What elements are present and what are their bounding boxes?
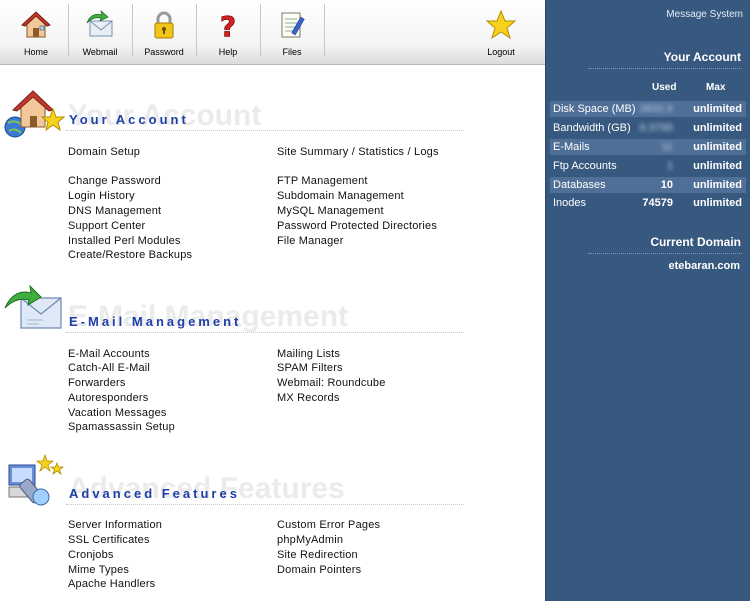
sidebar-heading-current-domain: Current Domain — [650, 235, 741, 249]
logout-label: Logout — [487, 47, 515, 57]
logout-button[interactable]: Logout — [469, 0, 533, 63]
link-server-information[interactable]: Server Information — [68, 519, 162, 531]
stat-max-value: unlimited — [693, 122, 742, 134]
link-cronjobs[interactable]: Cronjobs — [68, 549, 114, 561]
link-mx-records[interactable]: MX Records — [277, 392, 340, 404]
account-sidebar: Message System Your Account Used Max Dis… — [545, 0, 750, 601]
toolbar-divider — [324, 4, 325, 56]
stat-max-value: unlimited — [693, 141, 742, 153]
link-password-protected-directories[interactable]: Password Protected Directories — [277, 220, 437, 232]
stat-used-value: 11 — [661, 141, 673, 153]
main-content: Your Account Your Account Domain Setup C… — [0, 65, 545, 601]
link-ssl-certificates[interactable]: SSL Certificates — [68, 534, 150, 546]
stat-used-value: 3832.5 — [639, 103, 673, 115]
link-autoresponders[interactable]: Autoresponders — [68, 392, 148, 404]
link-phpmyadmin[interactable]: phpMyAdmin — [277, 534, 343, 546]
sidebar-divider — [588, 253, 742, 254]
house-icon — [21, 11, 51, 38]
link-apache-handlers[interactable]: Apache Handlers — [68, 578, 155, 590]
stat-max-value: unlimited — [693, 179, 742, 191]
link-forwarders[interactable]: Forwarders — [68, 377, 126, 389]
link-mysql-management[interactable]: MySQL Management — [277, 205, 384, 217]
link-mailing-lists[interactable]: Mailing Lists — [277, 348, 340, 360]
stat-row-emails: E-Mails 11 unlimited — [550, 139, 746, 155]
envelope-arrow-icon — [86, 9, 113, 37]
link-mime-types[interactable]: Mime Types — [68, 564, 129, 576]
stats-col-max: Max — [706, 82, 726, 93]
toolbar: Home Webmail Password ? Help Files Logou… — [0, 0, 545, 65]
section-title-email-management: E-Mail Management — [69, 314, 242, 329]
stat-label: Inodes — [553, 197, 587, 209]
sidebar-divider — [588, 68, 742, 69]
stat-row-bandwidth: Bandwidth (GB) 0.3750 unlimited — [550, 120, 746, 136]
stat-label: E-Mails — [553, 141, 590, 153]
stats-col-used: Used — [652, 82, 677, 93]
section-divider — [66, 332, 464, 333]
stat-label: Ftp Accounts — [553, 160, 617, 172]
link-change-password[interactable]: Change Password — [68, 175, 161, 187]
link-vacation-messages[interactable]: Vacation Messages — [68, 407, 167, 419]
svg-text:?: ? — [220, 10, 236, 41]
home-label: Home — [23, 47, 48, 57]
files-label: Files — [282, 47, 302, 57]
link-email-accounts[interactable]: E-Mail Accounts — [68, 348, 150, 360]
stat-max-value: unlimited — [693, 160, 742, 172]
link-ftp-management[interactable]: FTP Management — [277, 175, 368, 187]
link-login-history[interactable]: Login History — [68, 190, 135, 202]
section-divider — [66, 504, 464, 505]
stat-label: Bandwidth (GB) — [553, 122, 631, 134]
link-subdomain-management[interactable]: Subdomain Management — [277, 190, 404, 202]
help-button[interactable]: ? Help — [196, 0, 260, 63]
link-spamassassin-setup[interactable]: Spamassassin Setup — [68, 421, 175, 433]
link-installed-perl-modules[interactable]: Installed Perl Modules — [68, 235, 181, 247]
stat-row-databases: Databases 10 unlimited — [550, 177, 746, 193]
link-create-restore-backups[interactable]: Create/Restore Backups — [68, 249, 192, 261]
stat-row-ftp-accounts: Ftp Accounts 1 unlimited — [550, 158, 746, 174]
link-file-manager[interactable]: File Manager — [277, 235, 344, 247]
link-support-center[interactable]: Support Center — [68, 220, 145, 232]
question-mark-icon: ? — [219, 10, 236, 41]
stat-used-value: 1 — [666, 160, 673, 172]
link-domain-pointers[interactable]: Domain Pointers — [277, 564, 361, 576]
advanced-features-icon — [8, 453, 65, 506]
files-button[interactable]: Files — [260, 0, 324, 63]
stat-label: Databases — [553, 179, 606, 191]
stat-used-value: 0.3750 — [639, 122, 673, 134]
stat-max-value: unlimited — [693, 103, 742, 115]
home-button[interactable]: Home — [4, 0, 68, 63]
link-site-redirection[interactable]: Site Redirection — [277, 549, 358, 561]
password-label: Password — [144, 47, 184, 57]
stat-max-value: unlimited — [693, 197, 742, 209]
current-domain-value: etebaran.com — [668, 260, 740, 272]
password-button[interactable]: Password — [132, 0, 196, 63]
account-house-icon — [4, 90, 65, 138]
stat-row-disk-space: Disk Space (MB) 3832.5 unlimited — [550, 101, 746, 117]
email-envelope-icon — [4, 284, 62, 329]
link-site-summary[interactable]: Site Summary / Statistics / Logs — [277, 146, 439, 158]
link-catch-all-email[interactable]: Catch-All E-Mail — [68, 362, 150, 374]
link-custom-error-pages[interactable]: Custom Error Pages — [277, 519, 380, 531]
stat-used-value: 10 — [660, 179, 673, 191]
stat-row-inodes: Inodes 74579 unlimited — [550, 195, 746, 211]
link-webmail-roundcube[interactable]: Webmail: Roundcube — [277, 377, 386, 389]
stat-label: Disk Space (MB) — [553, 103, 636, 115]
webmail-label: Webmail — [82, 47, 118, 57]
webmail-button[interactable]: Webmail — [68, 0, 132, 63]
notepad-pen-icon — [281, 12, 305, 38]
section-divider — [66, 130, 464, 131]
link-dns-management[interactable]: DNS Management — [68, 205, 161, 217]
section-title-advanced-features: Advanced Features — [69, 486, 240, 501]
padlock-icon — [154, 11, 174, 39]
link-spam-filters[interactable]: SPAM Filters — [277, 362, 343, 374]
help-label: Help — [218, 47, 238, 57]
stat-used-value: 74579 — [642, 197, 673, 209]
message-system-link[interactable]: Message System — [666, 9, 743, 20]
section-title-your-account: Your Account — [69, 112, 189, 127]
link-domain-setup[interactable]: Domain Setup — [68, 146, 140, 158]
sidebar-heading-your-account: Your Account — [663, 50, 741, 64]
star-icon — [485, 9, 517, 40]
